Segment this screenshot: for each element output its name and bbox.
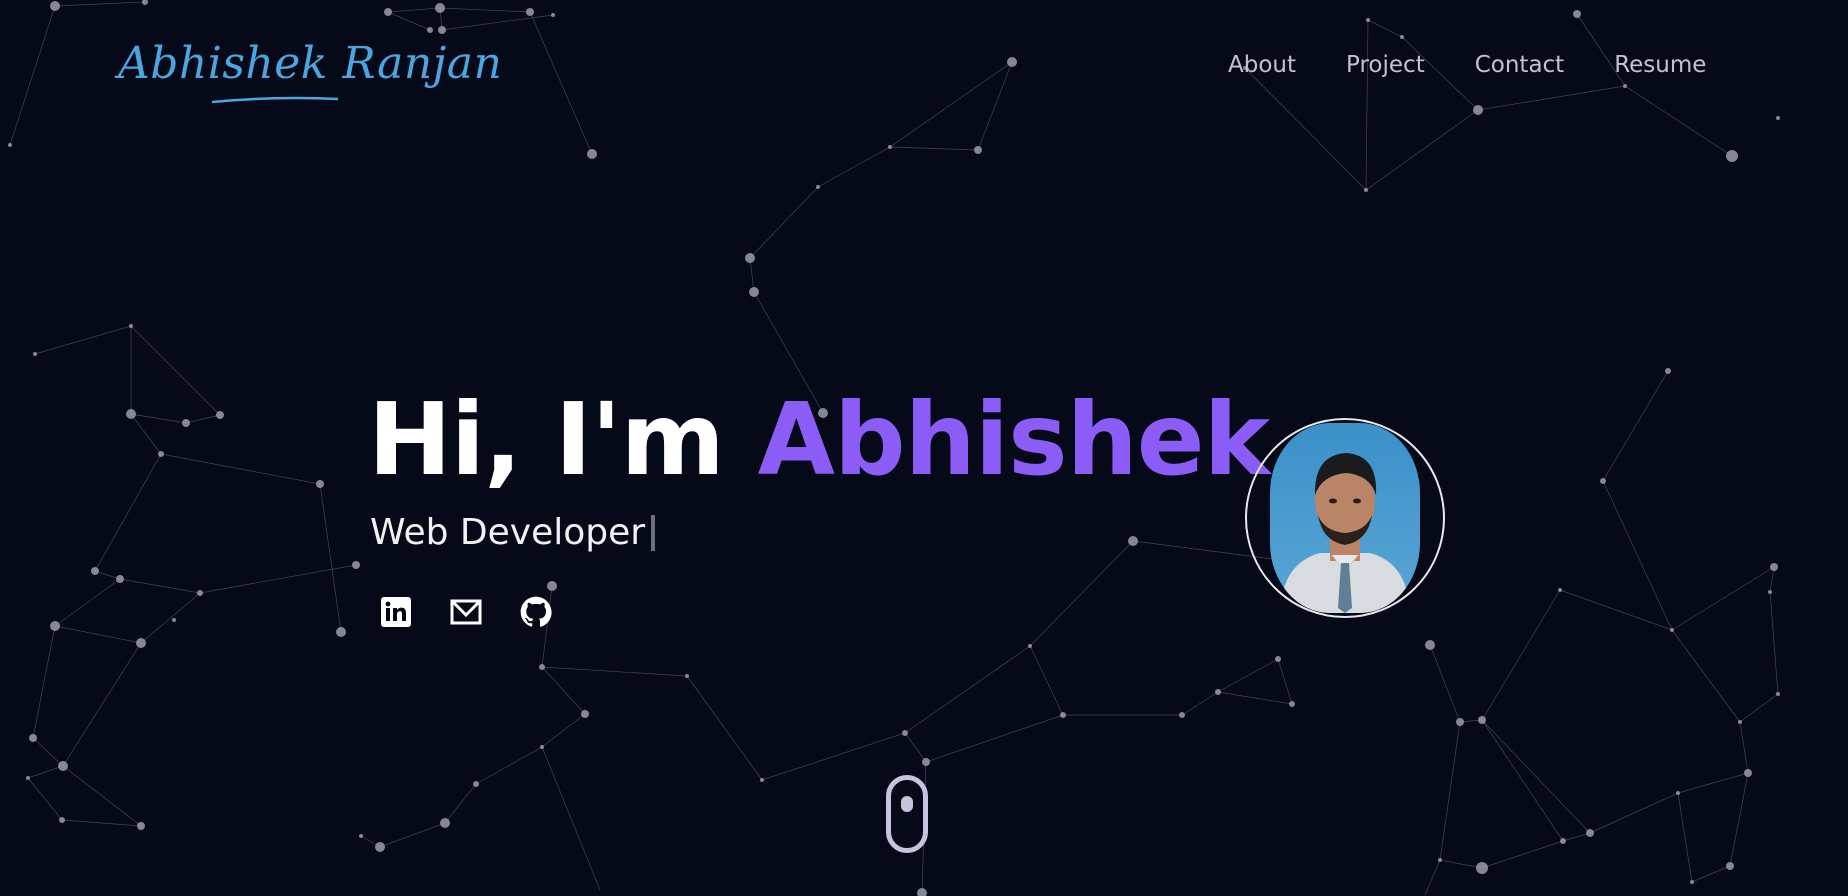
nav-link-resume[interactable]: Resume xyxy=(1614,52,1706,78)
github-icon[interactable] xyxy=(520,596,552,628)
site-logo[interactable]: Abhishek Ranjan xyxy=(118,38,502,89)
scroll-wheel-dot xyxy=(901,796,913,812)
social-links xyxy=(380,596,552,628)
profile-avatar xyxy=(1245,418,1445,618)
main-nav: About Project Contact Resume xyxy=(1228,52,1706,78)
nav-link-project[interactable]: Project xyxy=(1346,52,1425,78)
logo-underline-decoration xyxy=(211,96,339,104)
mail-icon[interactable] xyxy=(450,596,482,628)
profile-photo xyxy=(1270,423,1420,613)
hero-heading: Hi, I'm Abhishek xyxy=(368,380,1270,500)
mouse-scroll-icon[interactable] xyxy=(886,775,928,853)
role-text: Web Developer xyxy=(370,512,646,553)
linkedin-icon[interactable] xyxy=(380,596,412,628)
nav-link-about[interactable]: About xyxy=(1228,52,1296,78)
typing-caret xyxy=(651,514,656,551)
hero-name: Abhishek xyxy=(757,381,1270,498)
hero-role: Web Developer xyxy=(370,512,656,553)
nav-link-contact[interactable]: Contact xyxy=(1475,52,1564,78)
hero-greeting: Hi, I'm xyxy=(368,381,725,498)
hero-page: Abhishek Ranjan About Project Contact Re… xyxy=(0,0,1848,896)
